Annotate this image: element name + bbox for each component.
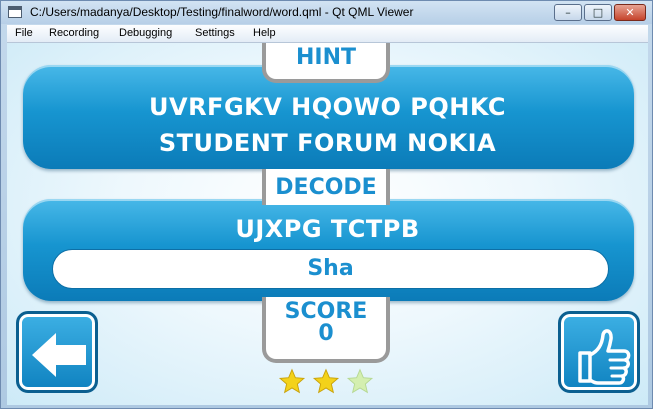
left-arrow-icon <box>32 333 86 377</box>
decode-label: DECODE <box>262 169 390 205</box>
game-canvas: HINT UVRFGKV HQOWO PQHKC STUDENT FORUM N… <box>7 43 648 405</box>
hint-cipher-text: UVRFGKV HQOWO PQHKC <box>149 93 506 121</box>
app-window: C:/Users/madanya/Desktop/Testing/finalwo… <box>0 0 653 409</box>
back-button[interactable] <box>16 311 98 393</box>
star-rating <box>278 368 378 398</box>
maximize-button[interactable]: □ <box>584 4 612 21</box>
hint-plain-text: STUDENT FORUM NOKIA <box>158 129 497 157</box>
menu-file[interactable]: File <box>15 27 33 39</box>
menu-debugging[interactable]: Debugging <box>119 27 172 39</box>
star-1-icon <box>278 368 306 394</box>
answer-input[interactable]: Sha <box>52 249 609 289</box>
submit-button[interactable] <box>558 311 640 393</box>
menu-recording[interactable]: Recording <box>49 27 99 39</box>
score-value: 0 <box>318 321 334 346</box>
decode-cipher-text: UJXPG TCTPB <box>235 215 420 243</box>
minimize-button[interactable]: – <box>554 4 582 21</box>
window-title: C:/Users/madanya/Desktop/Testing/finalwo… <box>30 5 414 19</box>
hint-label: HINT <box>262 43 390 83</box>
title-bar[interactable]: C:/Users/madanya/Desktop/Testing/finalwo… <box>1 1 652 24</box>
menu-settings[interactable]: Settings <box>195 27 235 39</box>
star-3-icon <box>346 368 374 394</box>
thumbs-up-icon <box>578 329 631 385</box>
close-button[interactable]: ✕ <box>614 4 646 21</box>
score-box: SCORE 0 <box>262 297 390 363</box>
window-app-icon <box>8 6 22 18</box>
menu-help[interactable]: Help <box>253 27 276 39</box>
menu-bar: File Recording Debugging Settings Help <box>7 25 648 43</box>
star-2-icon <box>312 368 340 394</box>
score-label: SCORE <box>284 299 368 324</box>
